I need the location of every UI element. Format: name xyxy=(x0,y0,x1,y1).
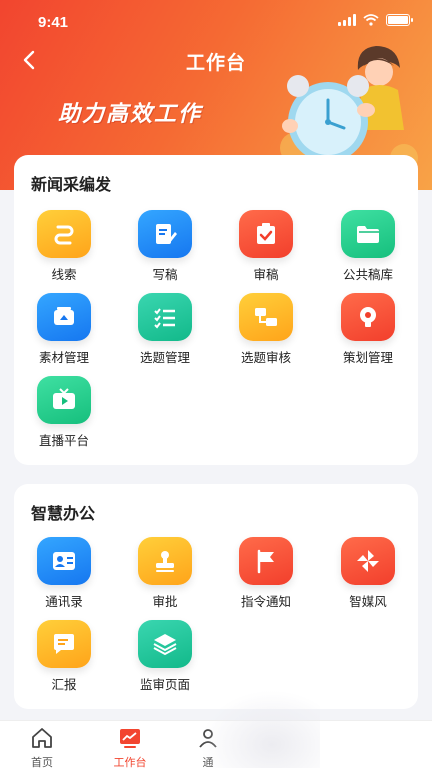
directive-notice-tile xyxy=(239,537,293,585)
stamp-icon xyxy=(156,551,174,572)
media-button[interactable]: 素材管理 xyxy=(19,293,109,366)
tab-workbench[interactable]: 工作台 xyxy=(100,727,160,768)
pinwheel-icon xyxy=(357,550,379,572)
bulb-icon xyxy=(360,307,376,327)
approval-button[interactable]: 审批 xyxy=(120,537,210,610)
section-title: 新闻采编发 xyxy=(31,175,112,194)
tab-label: 通 xyxy=(202,756,214,768)
status-bar: 9:41 xyxy=(0,0,432,44)
item-label: 素材管理 xyxy=(38,350,89,365)
news-section-card: 新闻采编发 线索 写稿 审稿 公共稿库 素材管理 选题管理 选题审核 策划管理 … xyxy=(14,155,418,465)
wifi-icon xyxy=(363,14,379,26)
public-archive-tile xyxy=(341,210,395,258)
write-button[interactable]: 写稿 xyxy=(120,210,210,283)
status-icons xyxy=(338,14,413,26)
live-platform-button[interactable]: 直播平台 xyxy=(19,376,109,449)
supervision-page-button[interactable]: 监审页面 xyxy=(120,620,210,693)
clue-button[interactable]: 线索 xyxy=(19,210,109,283)
item-label: 审批 xyxy=(152,594,178,609)
item-label: 公共稿库 xyxy=(342,267,393,282)
supervision-page-tile xyxy=(138,620,192,668)
flag-icon xyxy=(257,549,274,574)
report-tile xyxy=(37,620,91,668)
topic-management-tile xyxy=(138,293,192,341)
status-time: 9:41 xyxy=(38,14,69,31)
directive-notice-button[interactable]: 指令通知 xyxy=(221,537,311,610)
item-label: 线索 xyxy=(51,267,77,282)
clue-icon xyxy=(54,225,74,245)
layers-icon xyxy=(153,634,177,656)
review-button[interactable]: 审稿 xyxy=(221,210,311,283)
home-icon xyxy=(32,728,52,748)
planning-tile xyxy=(341,293,395,341)
item-label: 监审页面 xyxy=(139,677,190,692)
tab-contacts[interactable]: 通 xyxy=(178,727,238,768)
live-platform-tile xyxy=(37,376,91,424)
smart-media-button[interactable]: 智媒风 xyxy=(323,537,413,610)
approval-tile xyxy=(138,537,192,585)
tv-icon xyxy=(53,388,75,409)
banner-slogan: 助力高效工作 xyxy=(58,102,203,127)
tab-label: 首页 xyxy=(31,756,53,768)
item-label: 汇报 xyxy=(51,677,77,692)
write-tile xyxy=(138,210,192,258)
topic-review-tile xyxy=(239,293,293,341)
contacts-button[interactable]: 通讯录 xyxy=(19,537,109,610)
item-label: 通讯录 xyxy=(45,594,83,609)
contacts-tab-icon xyxy=(199,729,217,748)
bottom-tab-bar: 首页 工作台 通 xyxy=(0,720,432,768)
signal-icon xyxy=(338,14,356,26)
report-icon xyxy=(54,634,74,654)
office-section-card: 智慧办公 通讯录 审批 指令通知 智媒风 汇报 监审页面 xyxy=(14,484,418,709)
topic-management-button[interactable]: 选题管理 xyxy=(120,293,210,366)
write-icon xyxy=(156,224,177,244)
planning-button[interactable]: 策划管理 xyxy=(323,293,413,366)
smart-media-tile xyxy=(341,537,395,585)
battery-icon xyxy=(386,14,413,26)
media-icon xyxy=(54,307,74,325)
public-archive-button[interactable]: 公共稿库 xyxy=(323,210,413,283)
item-label: 直播平台 xyxy=(38,433,89,448)
media-tile xyxy=(37,293,91,341)
tab-home[interactable]: 首页 xyxy=(12,727,72,768)
topic-review-button[interactable]: 选题审核 xyxy=(221,293,311,366)
workbench-icon xyxy=(120,729,140,748)
contacts-icon xyxy=(53,552,75,570)
item-label: 策划管理 xyxy=(342,350,393,365)
report-button[interactable]: 汇报 xyxy=(19,620,109,693)
review-tile xyxy=(239,210,293,258)
tab-label: 工作台 xyxy=(113,756,147,768)
contacts-tile xyxy=(37,537,91,585)
item-label: 写稿 xyxy=(152,267,178,282)
item-label: 审稿 xyxy=(253,267,279,282)
section-title: 智慧办公 xyxy=(31,504,96,523)
list-icon xyxy=(154,308,175,329)
item-label: 选题管理 xyxy=(139,350,190,365)
folder-icon xyxy=(357,226,379,243)
flow-icon xyxy=(255,308,277,326)
review-icon xyxy=(257,223,275,244)
item-label: 选题审核 xyxy=(240,350,291,365)
item-label: 指令通知 xyxy=(240,594,291,609)
item-label: 智媒风 xyxy=(349,594,387,609)
clue-tile xyxy=(37,210,91,258)
